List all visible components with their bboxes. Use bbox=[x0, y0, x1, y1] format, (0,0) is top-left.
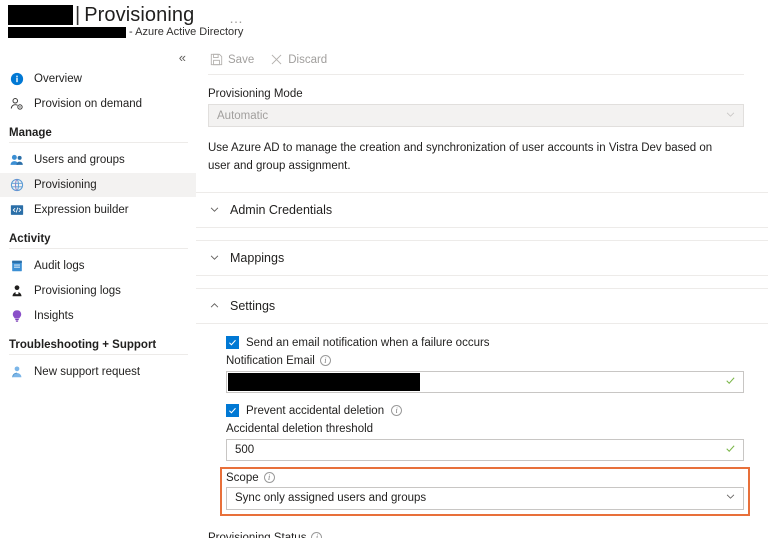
sidebar-group-manage: Manage bbox=[9, 127, 52, 139]
scope-value: Sync only assigned users and groups bbox=[235, 492, 427, 505]
section-label: Admin Credentials bbox=[230, 202, 333, 217]
scope-label: Scope i bbox=[226, 472, 744, 484]
email-notification-checkbox-row[interactable]: Send an email notification when a failur… bbox=[226, 334, 744, 352]
azure-provisioning-page: | Provisioning … - Azure Active Director… bbox=[0, 0, 768, 538]
provisioning-status-label: Provisioning Status i bbox=[208, 532, 768, 538]
section-settings[interactable]: Settings bbox=[196, 289, 768, 323]
chevron-down-icon bbox=[725, 109, 736, 123]
sidebar-item-new-support-request[interactable]: New support request bbox=[0, 360, 196, 384]
sidebar-item-overview[interactable]: Overview bbox=[0, 67, 196, 91]
checkbox-checked-icon[interactable] bbox=[226, 404, 239, 418]
sidebar-item-label: Audit logs bbox=[34, 260, 85, 272]
save-disk-icon bbox=[210, 53, 223, 66]
scope-label-text: Scope bbox=[226, 471, 259, 484]
scope-select[interactable]: Sync only assigned users and groups bbox=[226, 486, 744, 510]
sidebar-item-provisioning-logs[interactable]: Provisioning logs bbox=[0, 279, 196, 303]
sidebar-item-label: Expression builder bbox=[34, 204, 129, 216]
sidebar-item-insights[interactable]: Insights bbox=[0, 304, 196, 328]
provisioning-status-area: Provisioning Status i On Off bbox=[196, 516, 768, 538]
section-admin-credentials[interactable]: Admin Credentials bbox=[196, 193, 768, 227]
checkbox-checked-icon[interactable] bbox=[226, 336, 239, 350]
discard-button[interactable]: Discard bbox=[270, 53, 327, 66]
sidebar-item-label: Provisioning logs bbox=[34, 285, 121, 297]
deletion-threshold-label: Accidental deletion threshold bbox=[226, 422, 374, 435]
chevron-down-icon bbox=[208, 252, 220, 263]
scope-highlight-box: Scope i Sync only assigned users and gro… bbox=[220, 466, 750, 516]
provisioning-form: Provisioning Mode Automatic Use Azure AD… bbox=[196, 75, 768, 176]
chevron-down-icon bbox=[208, 204, 220, 215]
users-icon bbox=[9, 152, 25, 168]
deletion-threshold-input[interactable]: 500 bbox=[226, 438, 744, 461]
page-title: Provisioning bbox=[84, 4, 195, 26]
info-icon[interactable]: i bbox=[263, 472, 275, 484]
command-bar: Save Discard bbox=[196, 45, 768, 74]
provisioning-mode-select[interactable]: Automatic bbox=[208, 104, 744, 127]
settings-panel: Send an email notification when a failur… bbox=[196, 324, 768, 516]
section-label: Settings bbox=[230, 298, 276, 313]
page-header: | Provisioning … - Azure Active Director… bbox=[0, 0, 768, 45]
sidebar-group-troubleshooting: Troubleshooting + Support bbox=[9, 339, 157, 351]
sidebar-nav: Overview Provision on demand Manage User… bbox=[0, 67, 196, 385]
provisioning-description: Use Azure AD to manage the creation and … bbox=[208, 142, 713, 172]
sidebar-item-users-and-groups[interactable]: Users and groups bbox=[0, 148, 196, 172]
email-notification-label: Send an email notification when a failur… bbox=[246, 336, 490, 349]
lightbulb-icon bbox=[9, 308, 25, 324]
info-icon[interactable]: i bbox=[391, 405, 403, 417]
sidebar-item-provision-on-demand[interactable]: Provision on demand bbox=[0, 92, 196, 116]
save-label: Save bbox=[228, 53, 255, 66]
sidebar: « Overview Provision on demand Manage Us… bbox=[0, 45, 196, 538]
provisioning-icon bbox=[9, 177, 25, 193]
sidebar-group-activity: Activity bbox=[9, 233, 51, 245]
notification-email-label-text: Notification Email bbox=[226, 354, 315, 367]
sidebar-item-label: Provision on demand bbox=[34, 98, 143, 110]
sidebar-collapse-icon[interactable]: « bbox=[175, 50, 190, 66]
main-content: Save Discard Provisioning Mode Automatic… bbox=[196, 45, 768, 538]
chevron-up-icon bbox=[208, 300, 220, 311]
section-label: Mappings bbox=[230, 250, 285, 265]
notification-email-input[interactable] bbox=[226, 370, 744, 393]
notification-email-label: Notification Email i bbox=[226, 355, 744, 367]
redacted-app-name bbox=[8, 5, 73, 25]
support-person-icon bbox=[9, 364, 25, 380]
title-separator: | bbox=[75, 4, 81, 26]
prevent-deletion-checkbox-row[interactable]: Prevent accidental deletion i bbox=[226, 402, 744, 420]
page-subtitle-row: - Azure Active Directory bbox=[8, 25, 243, 39]
page-subtitle: - Azure Active Directory bbox=[129, 26, 244, 38]
book-icon bbox=[9, 258, 25, 274]
sidebar-divider bbox=[9, 354, 188, 355]
sidebar-item-audit-logs[interactable]: Audit logs bbox=[0, 254, 196, 278]
save-button[interactable]: Save bbox=[210, 53, 254, 66]
provisioning-mode-value: Automatic bbox=[217, 109, 269, 122]
valid-check-icon bbox=[725, 375, 736, 389]
provisioning-mode-label: Provisioning Mode bbox=[208, 88, 303, 100]
deletion-threshold-value: 500 bbox=[235, 443, 255, 456]
sidebar-item-expression-builder[interactable]: Expression builder bbox=[0, 198, 196, 222]
person-log-icon bbox=[9, 283, 25, 299]
info-circle-icon bbox=[9, 71, 25, 87]
sidebar-item-label: Users and groups bbox=[34, 154, 125, 166]
info-icon[interactable]: i bbox=[319, 355, 331, 367]
section-mappings[interactable]: Mappings bbox=[196, 241, 768, 275]
prevent-deletion-label: Prevent accidental deletion bbox=[246, 404, 385, 417]
info-icon[interactable]: i bbox=[311, 532, 323, 538]
discard-label: Discard bbox=[288, 53, 328, 66]
sidebar-divider bbox=[9, 248, 188, 249]
sidebar-item-label: New support request bbox=[34, 366, 141, 378]
person-gear-icon bbox=[9, 96, 25, 112]
sidebar-item-label: Provisioning bbox=[34, 179, 97, 191]
sidebar-divider bbox=[9, 142, 188, 143]
redacted-email-value bbox=[228, 372, 420, 391]
sidebar-item-label: Overview bbox=[34, 73, 82, 85]
code-icon bbox=[9, 202, 25, 218]
sidebar-item-provisioning[interactable]: Provisioning bbox=[0, 173, 196, 197]
redacted-directory-name bbox=[8, 26, 126, 38]
valid-check-icon bbox=[725, 443, 736, 457]
sidebar-item-label: Insights bbox=[34, 310, 74, 322]
chevron-down-icon bbox=[725, 491, 736, 505]
provisioning-status-label-text: Provisioning Status bbox=[208, 531, 307, 538]
close-x-icon bbox=[270, 53, 283, 66]
